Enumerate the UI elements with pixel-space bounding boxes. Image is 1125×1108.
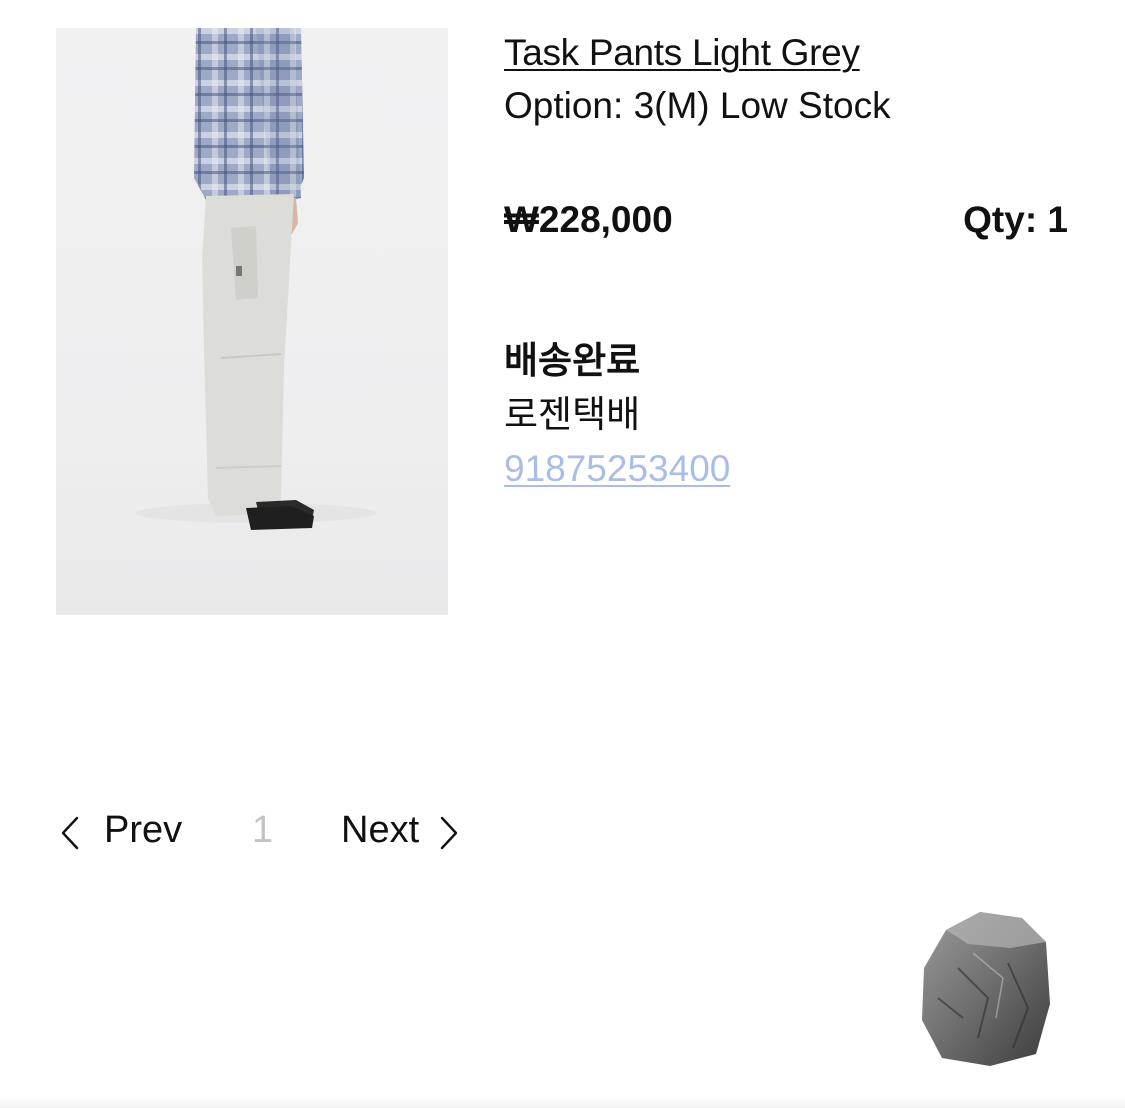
prev-page-button[interactable]: Prev — [60, 805, 182, 855]
tracking-number-link[interactable]: 91875253400 — [504, 446, 730, 492]
current-page-number[interactable]: 1 — [252, 805, 273, 855]
product-option: Option: 3(M) Low Stock — [504, 85, 891, 126]
product-photo-illustration — [136, 28, 376, 530]
chevron-left-icon — [60, 813, 80, 850]
shipping-carrier: 로젠택배 — [504, 394, 641, 435]
next-page-label: Next — [341, 809, 420, 851]
prev-page-label: Prev — [104, 809, 183, 851]
shipping-status: 배송완료 — [504, 340, 641, 381]
next-page-button[interactable]: Next — [341, 805, 459, 855]
product-quantity: Qty: 1 — [963, 199, 1068, 240]
chevron-right-icon — [439, 813, 459, 850]
product-image[interactable] — [56, 28, 448, 615]
rock-icon[interactable] — [918, 908, 1054, 1068]
product-name-link[interactable]: Task Pants Light Grey — [504, 30, 860, 76]
bottom-divider — [0, 1096, 1125, 1108]
product-price: ₩228,000 — [504, 199, 673, 240]
